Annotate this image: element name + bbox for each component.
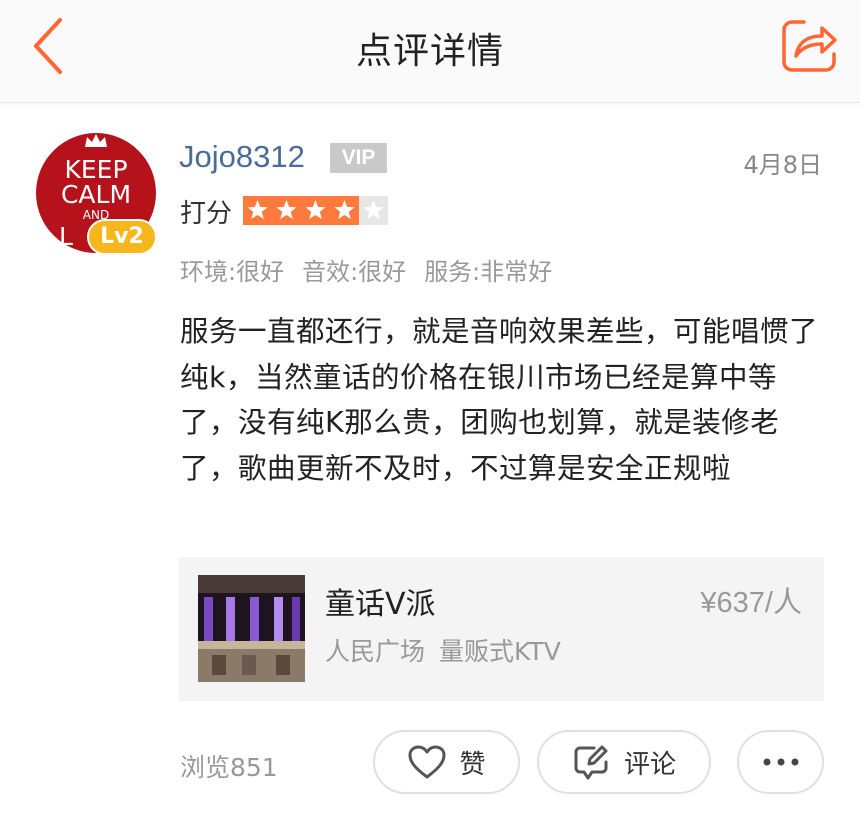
star-icon (272, 196, 301, 225)
more-button[interactable] (737, 730, 824, 794)
shop-thumbnail (198, 575, 305, 682)
shop-location: 人民广场 (325, 637, 426, 666)
subscore-sound: 音效:很好 (302, 258, 407, 286)
shop-price: ¥637/人 (700, 587, 802, 619)
share-icon (782, 20, 837, 72)
crown-icon (85, 134, 107, 147)
top-nav-bar: 点评详情 (0, 0, 860, 103)
avatar-text-line: CALM (60, 180, 132, 209)
star-empty-icon (359, 196, 388, 225)
shop-name: 童话V派 (325, 587, 436, 622)
page-title: 点评详情 (355, 31, 504, 72)
rating-label: 打分 (180, 199, 233, 229)
review-date: 4月8日 (743, 151, 822, 179)
comment-button[interactable]: 评论 (537, 730, 711, 794)
subscore-environment: 环境:很好 (180, 258, 285, 286)
vip-badge: VIP (330, 143, 387, 173)
username[interactable]: Jojo8312 (179, 139, 305, 175)
shop-meta: 人民广场 量贩式KTV (325, 632, 561, 668)
star-icon (330, 196, 359, 225)
star-icon (243, 196, 272, 225)
sub-scores: 环境:很好 音效:很好 服务:非常好 (180, 252, 552, 287)
like-label: 赞 (459, 749, 486, 780)
comment-label: 评论 (623, 749, 676, 780)
level-badge: Lv2 (87, 219, 157, 255)
share-button[interactable] (780, 16, 838, 74)
star-rating (243, 196, 388, 225)
heart-icon (408, 745, 446, 779)
shop-category: 量贩式KTV (438, 637, 561, 666)
shop-card[interactable]: 童话V派 ¥637/人 人民广场 量贩式KTV (179, 557, 824, 701)
like-button[interactable]: 赞 (373, 730, 520, 794)
subscore-service: 服务:非常好 (424, 258, 553, 286)
review-text: 服务一直都还行，就是音响效果差些，可能唱惯了纯k，当然童话的价格在银川市场已经是… (180, 315, 819, 485)
view-count: 浏览851 (180, 753, 278, 782)
more-icon (763, 758, 798, 766)
star-icon (301, 196, 330, 225)
edit-comment-icon (574, 745, 608, 780)
